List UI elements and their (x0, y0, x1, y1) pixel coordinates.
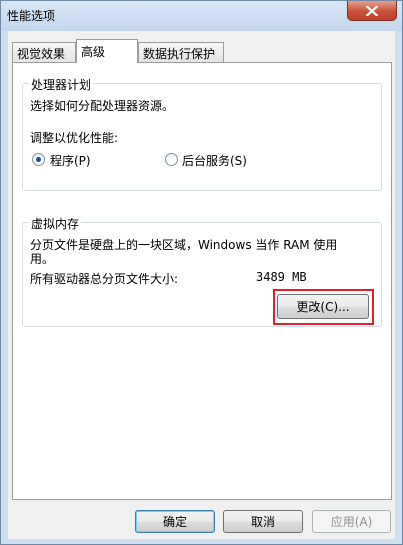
apply-button[interactable]: 应用(A) (312, 510, 391, 533)
programs-radio[interactable] (32, 153, 45, 166)
virtual-memory-group: 虚拟内存 分页文件是硬盘上的一块区域，Windows 当作 RAM 使用 用。 … (22, 215, 382, 327)
tab-strip: 视觉效果 高级 数据执行保护 (12, 39, 392, 63)
total-paging-size-value: 3489 MB (256, 270, 307, 284)
processor-scheduling-title: 处理器计划 (29, 76, 94, 93)
adjust-performance-label: 调整以优化性能: (30, 131, 119, 145)
close-icon (366, 5, 378, 16)
performance-options-window: 性能选项 视觉效果 高级 数据执行保护 处理器计划 选择如何分配处理器资源。 调… (0, 0, 403, 545)
programs-radio-label[interactable]: 程序(P) (50, 152, 91, 169)
close-button[interactable] (347, 1, 397, 21)
window-title: 性能选项 (7, 9, 56, 23)
processor-scheduling-group: 处理器计划 选择如何分配处理器资源。 调整以优化性能: 程序(P) 后台服务(S… (22, 76, 382, 191)
tab-advanced[interactable]: 高级 (76, 39, 138, 63)
title-bar[interactable]: 性能选项 (1, 1, 402, 31)
tab-visual-effects[interactable]: 视觉效果 (12, 42, 76, 62)
virtual-memory-description-line1: 分页文件是硬盘上的一块区域，Windows 当作 RAM 使用 (30, 238, 338, 252)
change-button[interactable]: 更改(C)... (277, 294, 369, 319)
advanced-tab-panel: 处理器计划 选择如何分配处理器资源。 调整以优化性能: 程序(P) 后台服务(S… (12, 62, 392, 500)
total-paging-size-label: 所有驱动器总分页文件大小: (30, 272, 179, 286)
background-services-radio-label[interactable]: 后台服务(S) (182, 152, 247, 169)
dialog-client-area: 视觉效果 高级 数据执行保护 处理器计划 选择如何分配处理器资源。 调整以优化性… (8, 31, 395, 539)
cancel-button[interactable]: 取消 (223, 510, 303, 533)
tab-data-execution-prevention[interactable]: 数据执行保护 (138, 42, 224, 62)
virtual-memory-title: 虚拟内存 (29, 215, 82, 232)
background-services-radio[interactable] (165, 153, 178, 166)
ok-button[interactable]: 确定 (135, 510, 215, 533)
processor-description: 选择如何分配处理器资源。 (30, 99, 175, 113)
radio-selected-dot (36, 157, 41, 162)
virtual-memory-description-line2: 用。 (30, 252, 55, 266)
